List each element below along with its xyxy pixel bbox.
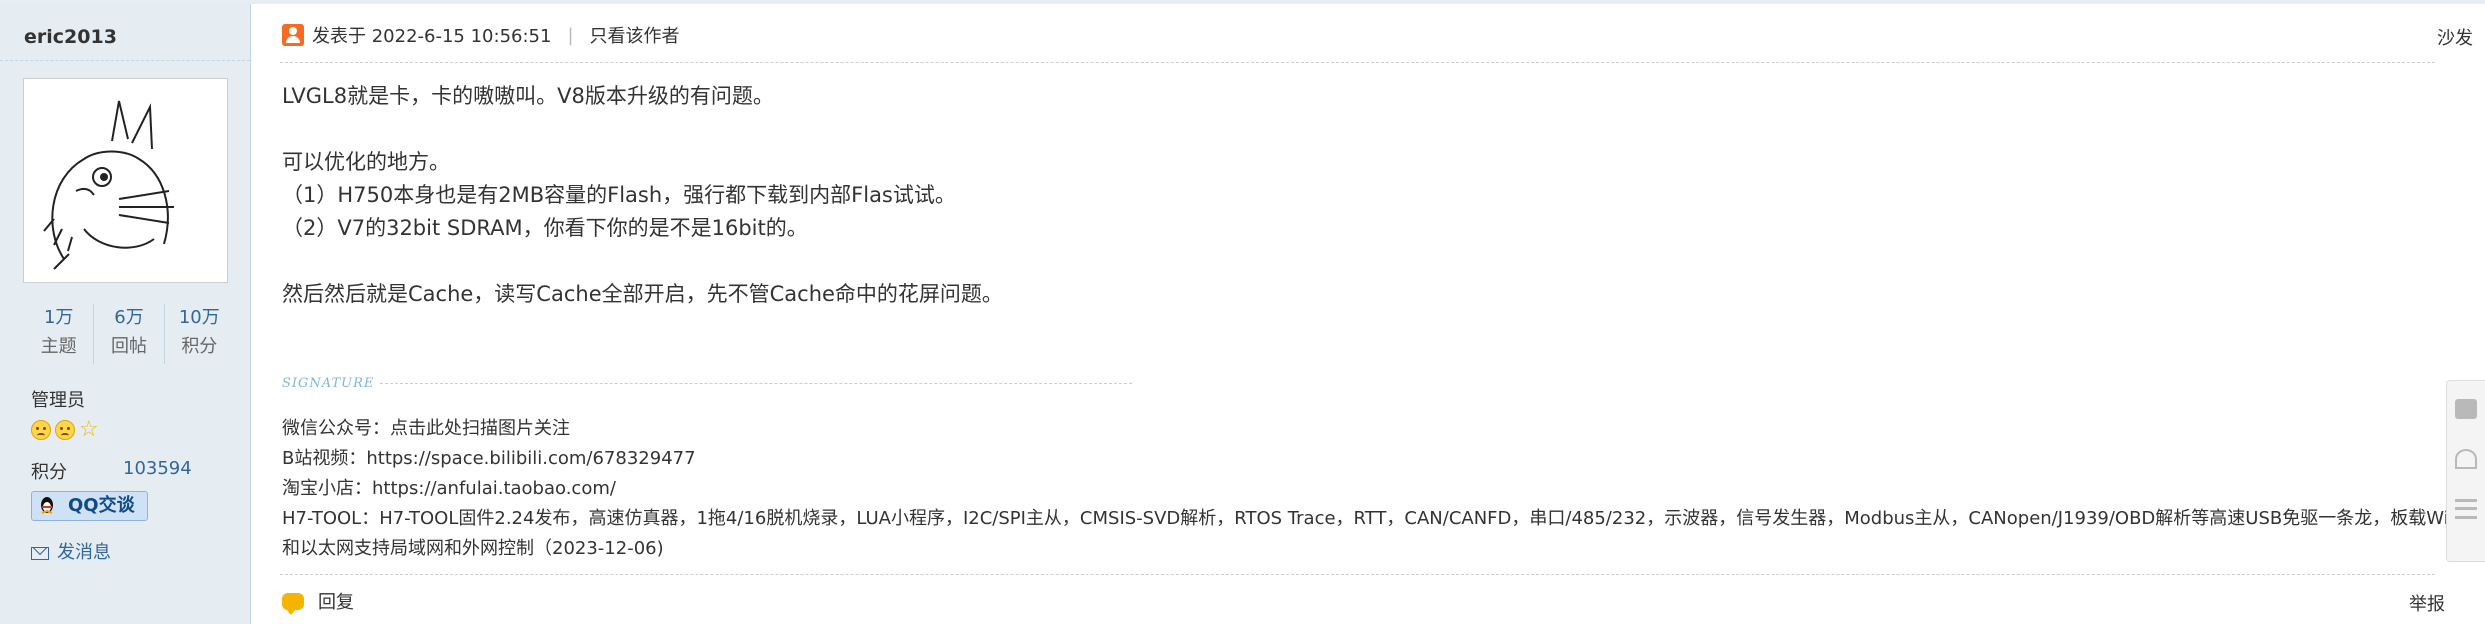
floating-toolbar (2446, 380, 2485, 562)
qq-penguin-icon (41, 497, 53, 514)
content-line (282, 113, 1003, 146)
signature-heading: SIGNATURE (282, 376, 1133, 391)
online-user-icon (282, 24, 304, 46)
report-link[interactable]: 举报 (2409, 590, 2445, 616)
meta-separator: | (567, 24, 574, 46)
stat-threads[interactable]: 1万 主题 (24, 304, 95, 364)
list-tool-icon[interactable] (2455, 499, 2477, 519)
content-line: 可以优化的地方。 (282, 150, 450, 174)
avatar[interactable] (23, 78, 228, 283)
send-message-link[interactable]: 发消息 (31, 538, 111, 564)
user-group[interactable]: 管理员 (31, 386, 85, 412)
post-meta: 发表于 2022-6-15 10:56:51 | 只看该作者 (282, 22, 680, 48)
cloud-tool-icon[interactable] (2455, 449, 2477, 469)
header-divider (280, 62, 2435, 63)
stat-value: 6万 (114, 307, 144, 328)
rank-icons: ☆ (31, 417, 99, 442)
signature: 微信公众号：点击此处扫描图片关注 B站视频：https://space.bili… (282, 414, 2463, 564)
post-content: LVGL8就是卡，卡的嗷嗷叫。V8版本升级的有问题。 可以优化的地方。 （1）H… (282, 80, 1003, 311)
signature-line[interactable]: 微信公众号：点击此处扫描图片关注 (282, 414, 2442, 444)
reply-label: 回复 (318, 592, 354, 613)
comment-tool-icon[interactable] (2455, 399, 2477, 419)
points-value: 103594 (123, 458, 192, 479)
stat-value: 1万 (43, 307, 74, 328)
stat-label: 回帖 (110, 336, 147, 357)
content-line: （2）V7的32bit SDRAM，你看下你的是不是16bit的。 (282, 216, 808, 240)
star-icon: ☆ (79, 417, 99, 442)
signature-line[interactable]: 淘宝小店：https://anfulai.taobao.com/ (282, 474, 2442, 504)
content-line: 然后然后就是Cache，读写Cache全部开启，先不管Cache命中的花屏问题。 (282, 282, 1003, 306)
stat-replies[interactable]: 6万 回帖 (94, 304, 165, 364)
footer-divider (280, 574, 2435, 575)
author-only-link[interactable]: 只看该作者 (590, 22, 680, 48)
stat-label: 主题 (40, 336, 77, 357)
signature-line[interactable]: H7-TOOL：H7-TOOL固件2.24发布，高速仿真器，1拖4/16脱机烧录… (282, 504, 2463, 534)
points-row: 积分 103594 (31, 458, 192, 484)
stat-value: 10万 (178, 307, 220, 328)
qq-chat-label: QQ交谈 (68, 495, 135, 516)
floor-number[interactable]: 沙发 (2437, 24, 2473, 50)
content-line (282, 245, 1003, 278)
author-name[interactable]: eric2013 (24, 26, 117, 48)
author-sidebar: eric2013 1万 主题 6万 回帖 10万 积分 管理员 ☆ 积分 103… (0, 4, 251, 624)
mail-icon (31, 546, 49, 560)
smiley-icon (55, 420, 75, 440)
reply-bubble-icon (282, 592, 304, 615)
points-label: 积分 (31, 462, 67, 483)
stat-label: 积分 (181, 336, 218, 357)
author-stats: 1万 主题 6万 回帖 10万 积分 (24, 304, 234, 364)
sidebar-divider (0, 60, 250, 61)
signature-line[interactable]: B站视频：https://space.bilibili.com/67832947… (282, 444, 2442, 474)
content-line: （1）H750本身也是有2MB容量的Flash，强行都下载到内部Flas试试。 (282, 183, 956, 207)
signature-line: 和以太网支持局域网和外网控制（2023-12-06) (282, 538, 664, 559)
send-message-label: 发消息 (57, 542, 111, 563)
qq-chat-button[interactable]: QQ交谈 (31, 491, 148, 521)
reply-button[interactable]: 回复 (282, 588, 354, 615)
stat-points[interactable]: 10万 积分 (165, 304, 234, 364)
content-line: LVGL8就是卡，卡的嗷嗷叫。V8版本升级的有问题。 (282, 84, 774, 108)
signature-title: SIGNATURE (282, 376, 375, 391)
post-date: 发表于 2022-6-15 10:56:51 (312, 26, 552, 47)
post-main: 发表于 2022-6-15 10:56:51 | 只看该作者 沙发 LVGL8就… (250, 4, 2485, 624)
signature-divider (380, 383, 1133, 384)
smiley-icon (31, 420, 51, 440)
totoro-avatar (43, 100, 174, 270)
